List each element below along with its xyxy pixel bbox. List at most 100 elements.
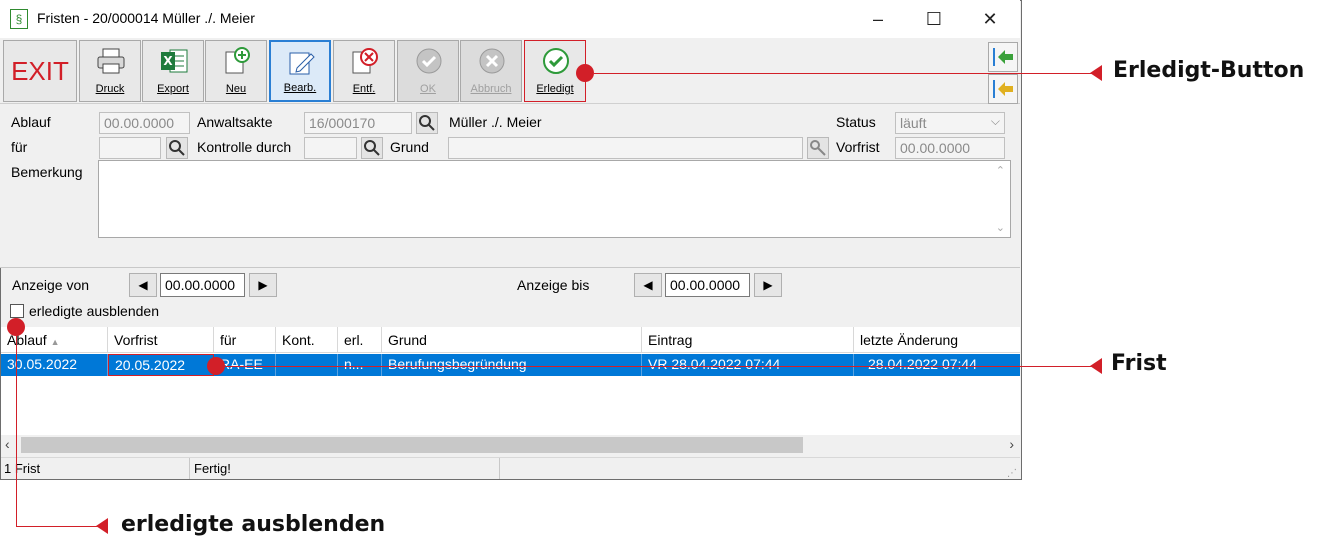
printer-icon	[97, 48, 125, 74]
col-header-grund[interactable]: Grund	[382, 327, 642, 353]
magnifier-icon	[364, 140, 380, 156]
anzeige-bis-field[interactable]: 00.00.0000	[665, 273, 750, 297]
hide-done-checkbox[interactable]	[10, 304, 24, 318]
table-row[interactable]: 30.05.2022 20.05.2022 RA-EE n... Berufun…	[1, 354, 1020, 376]
cell-letzte-aenderung: 28.04.2022 07:44	[868, 356, 977, 372]
scroll-up-icon[interactable]: ⌃	[996, 164, 1005, 177]
record-count: 1 Frist	[4, 461, 41, 476]
col-header-eintrag[interactable]: Eintrag	[642, 327, 854, 353]
anzeige-bis-prev-button[interactable]: ◀	[634, 273, 662, 297]
vorfrist-label: Vorfrist	[836, 139, 880, 155]
toolbar: EXIT Druck X Export Neu Bearb. Entf. OK …	[0, 38, 1020, 104]
ok-label: OK	[420, 83, 436, 95]
cell-ablauf: 30.05.2022	[1, 354, 108, 376]
minimize-button[interactable]: –	[850, 0, 906, 38]
maximize-button[interactable]: ☐	[906, 0, 962, 38]
col-header-erl[interactable]: erl.	[338, 327, 382, 353]
cell-grund: Berufungsbegründung	[382, 354, 642, 376]
edit-icon	[289, 52, 315, 75]
export-label: Export	[157, 83, 189, 95]
annotation-erledigt-button: Erledigt-Button	[1113, 58, 1305, 83]
resize-grip-icon[interactable]: ⋰	[1007, 468, 1017, 479]
fuer-label: für	[11, 139, 28, 155]
bearb-button[interactable]: Bearb.	[269, 40, 331, 102]
status-bar: 1 Frist Fertig! ⋰	[1, 457, 1020, 479]
svg-text:X: X	[163, 54, 173, 68]
callout-vline-ausblenden	[16, 336, 17, 527]
vorfrist-field[interactable]: 00.00.0000	[895, 137, 1005, 159]
col-header-letzte-aenderung[interactable]: letzte Änderung	[854, 327, 1020, 353]
status-message: Fertig!	[194, 461, 231, 476]
cell-kont	[276, 354, 338, 376]
callout-line-erledigt	[594, 73, 1094, 74]
anzeige-bis-label: Anzeige bis	[517, 277, 590, 293]
sort-asc-icon: ▲	[50, 337, 60, 347]
prev-record-button[interactable]	[988, 74, 1018, 104]
col-header-vorfrist[interactable]: Vorfrist	[108, 327, 214, 353]
delete-icon	[352, 48, 378, 74]
first-record-button[interactable]	[988, 42, 1018, 72]
callout-arrow-icon	[96, 518, 108, 534]
fuer-field[interactable]	[99, 137, 161, 159]
magnifier-icon	[169, 140, 185, 156]
scroll-down-icon[interactable]: ⌄	[996, 221, 1005, 234]
scroll-left-icon[interactable]: ‹	[5, 436, 10, 452]
horizontal-scrollbar[interactable]: ‹ ›	[1, 435, 1020, 455]
callout-arrow-icon	[1090, 358, 1102, 374]
arrow-left-icon	[993, 80, 1013, 98]
triangle-left-icon: ◀	[643, 278, 653, 292]
callout-line-frist	[225, 366, 1095, 367]
anwaltsakte-field[interactable]: 16/000170	[304, 112, 412, 134]
key-icon	[810, 140, 826, 156]
neu-label: Neu	[225, 83, 247, 95]
entf-button[interactable]: Entf.	[333, 40, 395, 102]
anwaltsakte-label: Anwaltsakte	[197, 114, 273, 130]
done-icon	[543, 48, 569, 74]
anwaltsakte-search-button[interactable]	[416, 112, 438, 134]
kontrolle-search-button[interactable]	[361, 137, 383, 159]
scroll-right-icon[interactable]: ›	[1009, 436, 1014, 452]
anzeige-von-field[interactable]: 00.00.0000	[160, 273, 245, 297]
bemerkung-label: Bemerkung	[11, 164, 83, 180]
grund-lookup-button[interactable]	[807, 137, 829, 159]
hide-done-label[interactable]: erledigte ausblenden	[29, 303, 159, 319]
app-icon: §	[10, 9, 28, 29]
exit-button[interactable]: EXIT	[3, 40, 77, 102]
chevron-down-icon: ⌵	[990, 114, 1000, 128]
bearb-label: Bearb.	[283, 82, 317, 94]
status-divider	[499, 458, 500, 479]
export-button[interactable]: X Export	[142, 40, 204, 102]
fuer-search-button[interactable]	[166, 137, 188, 159]
triangle-right-icon: ▶	[258, 278, 268, 292]
col-header-fuer[interactable]: für	[214, 327, 276, 353]
neu-button[interactable]: Neu	[205, 40, 267, 102]
arrow-left-first-icon	[993, 48, 1013, 66]
bemerkung-textarea[interactable]: ⌃ ⌄	[98, 160, 1011, 238]
ok-button[interactable]: OK	[397, 40, 459, 102]
kontrolle-field[interactable]	[304, 137, 357, 159]
triangle-left-icon: ◀	[138, 278, 148, 292]
anzeige-von-prev-button[interactable]: ◀	[129, 273, 157, 297]
status-divider	[189, 458, 190, 479]
anzeige-von-next-button[interactable]: ▶	[249, 273, 277, 297]
ablauf-field[interactable]: 00.00.0000	[99, 112, 190, 134]
grund-field[interactable]	[448, 137, 803, 159]
grid-header: Ablauf ▲ Vorfrist für Kont. erl. Grund E…	[1, 327, 1020, 353]
anzeige-bis-next-button[interactable]: ▶	[754, 273, 782, 297]
entf-label: Entf.	[352, 83, 376, 95]
status-select[interactable]: läuft ⌵	[895, 112, 1005, 134]
abbruch-button[interactable]: Abbruch	[460, 40, 522, 102]
col-header-kont[interactable]: Kont.	[276, 327, 338, 353]
grund-label: Grund	[390, 139, 429, 155]
druck-button[interactable]: Druck	[79, 40, 141, 102]
callout-hline-ausblenden	[16, 526, 98, 527]
triangle-right-icon: ▶	[763, 278, 773, 292]
cancel-icon	[479, 48, 505, 74]
callout-dot-erledigt	[576, 64, 594, 82]
cell-vorfrist: 20.05.2022	[108, 354, 214, 376]
callout-dot-ausblenden	[7, 318, 25, 336]
close-button[interactable]: ✕	[962, 0, 1018, 38]
parties-text: Müller ./. Meier	[449, 114, 542, 130]
callout-arrow-icon	[1090, 65, 1102, 81]
scrollbar-thumb[interactable]	[21, 437, 803, 453]
